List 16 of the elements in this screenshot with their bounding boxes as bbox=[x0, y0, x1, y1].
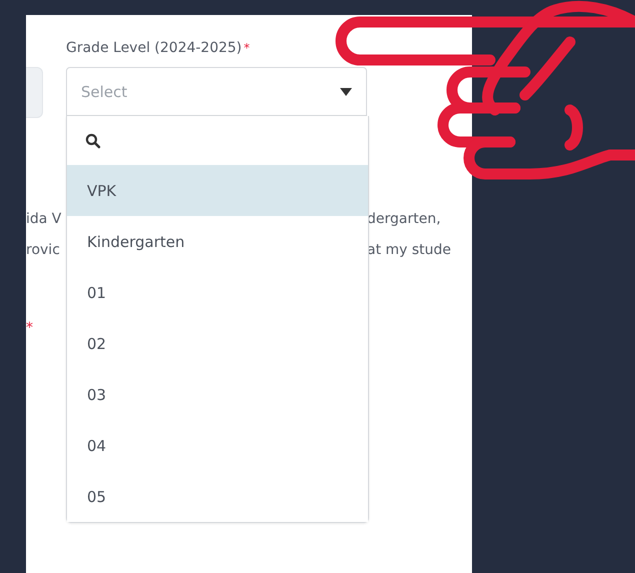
paragraph-text: dergarten, bbox=[367, 211, 441, 227]
dropdown-option[interactable]: 02 bbox=[67, 318, 368, 369]
required-mark: * bbox=[244, 41, 250, 55]
caret-icon bbox=[340, 88, 352, 96]
field-label: Grade Level (2024-2025)* bbox=[66, 39, 251, 58]
dropdown-option[interactable]: Kindergarten bbox=[67, 216, 368, 267]
search-icon[interactable] bbox=[85, 132, 101, 148]
required-mark: * bbox=[26, 321, 34, 335]
paragraph-text: ida V bbox=[26, 211, 62, 227]
dropdown-option[interactable]: 04 bbox=[67, 420, 368, 471]
dropdown-option[interactable]: 01 bbox=[67, 267, 368, 318]
input-field[interactable] bbox=[26, 67, 43, 118]
paragraph-text: rovic bbox=[26, 242, 61, 258]
dropdown-option[interactable]: 05 bbox=[67, 471, 368, 522]
dropdown-option[interactable]: VPK bbox=[67, 165, 368, 216]
dropdown-option[interactable]: 03 bbox=[67, 369, 368, 420]
